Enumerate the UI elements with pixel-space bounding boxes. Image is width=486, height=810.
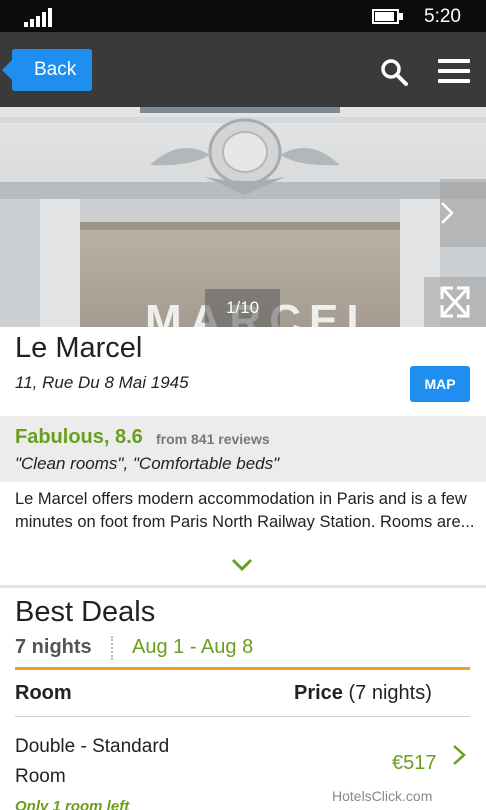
dates-separator	[111, 636, 113, 660]
chevron-down-icon[interactable]	[230, 556, 254, 574]
price-nights-label: (7 nights)	[342, 682, 432, 704]
photo-counter: 1/10	[205, 289, 280, 327]
deals-divider	[15, 667, 470, 670]
rating-panel[interactable]: Fabulous, 8.6 from 841 reviews "Clean ro…	[0, 416, 486, 482]
hotel-name: Le Marcel	[15, 332, 143, 364]
hotel-description: Le Marcel offers modern accommodation in…	[15, 490, 475, 531]
chevron-right-icon	[453, 745, 466, 765]
status-time: 5:20	[424, 6, 461, 27]
review-highlights: "Clean rooms", "Comfortable beds"	[15, 454, 280, 473]
nights-count[interactable]: 7 nights	[15, 636, 92, 659]
chevron-right-icon	[441, 202, 454, 224]
app-header: Back	[0, 32, 486, 107]
status-bar: 5:20	[0, 0, 486, 32]
column-header-price: Price (7 nights)	[294, 682, 432, 705]
signal-bars-icon	[24, 7, 54, 27]
expand-fullscreen-icon[interactable]	[424, 277, 486, 327]
stay-dates[interactable]: Aug 1 - Aug 8	[132, 636, 253, 659]
photo-gallery[interactable]: MARCEL 1/10	[0, 107, 486, 327]
hamburger-menu-icon[interactable]	[438, 57, 472, 85]
column-header-room: Room	[15, 682, 72, 704]
rating-score: Fabulous, 8.6	[15, 426, 143, 448]
battery-charging-icon	[372, 9, 404, 24]
room-name: Double - Standard Room	[15, 736, 170, 787]
section-divider	[0, 585, 486, 588]
room-availability: Only 1 room left	[15, 798, 130, 810]
price-label: Price	[294, 682, 343, 704]
review-count: from 841 reviews	[156, 431, 270, 447]
map-button[interactable]: MAP	[410, 366, 470, 402]
hotel-address: 11, Rue Du 8 Mai 1945	[15, 373, 189, 392]
gallery-next-button[interactable]	[440, 179, 486, 247]
room-price: €517	[392, 752, 437, 774]
best-deals-title: Best Deals	[15, 596, 156, 628]
table-divider	[15, 716, 470, 717]
search-icon[interactable]	[380, 58, 408, 86]
watermark: HotelsClick.com	[332, 788, 433, 804]
back-button[interactable]: Back	[2, 49, 92, 91]
